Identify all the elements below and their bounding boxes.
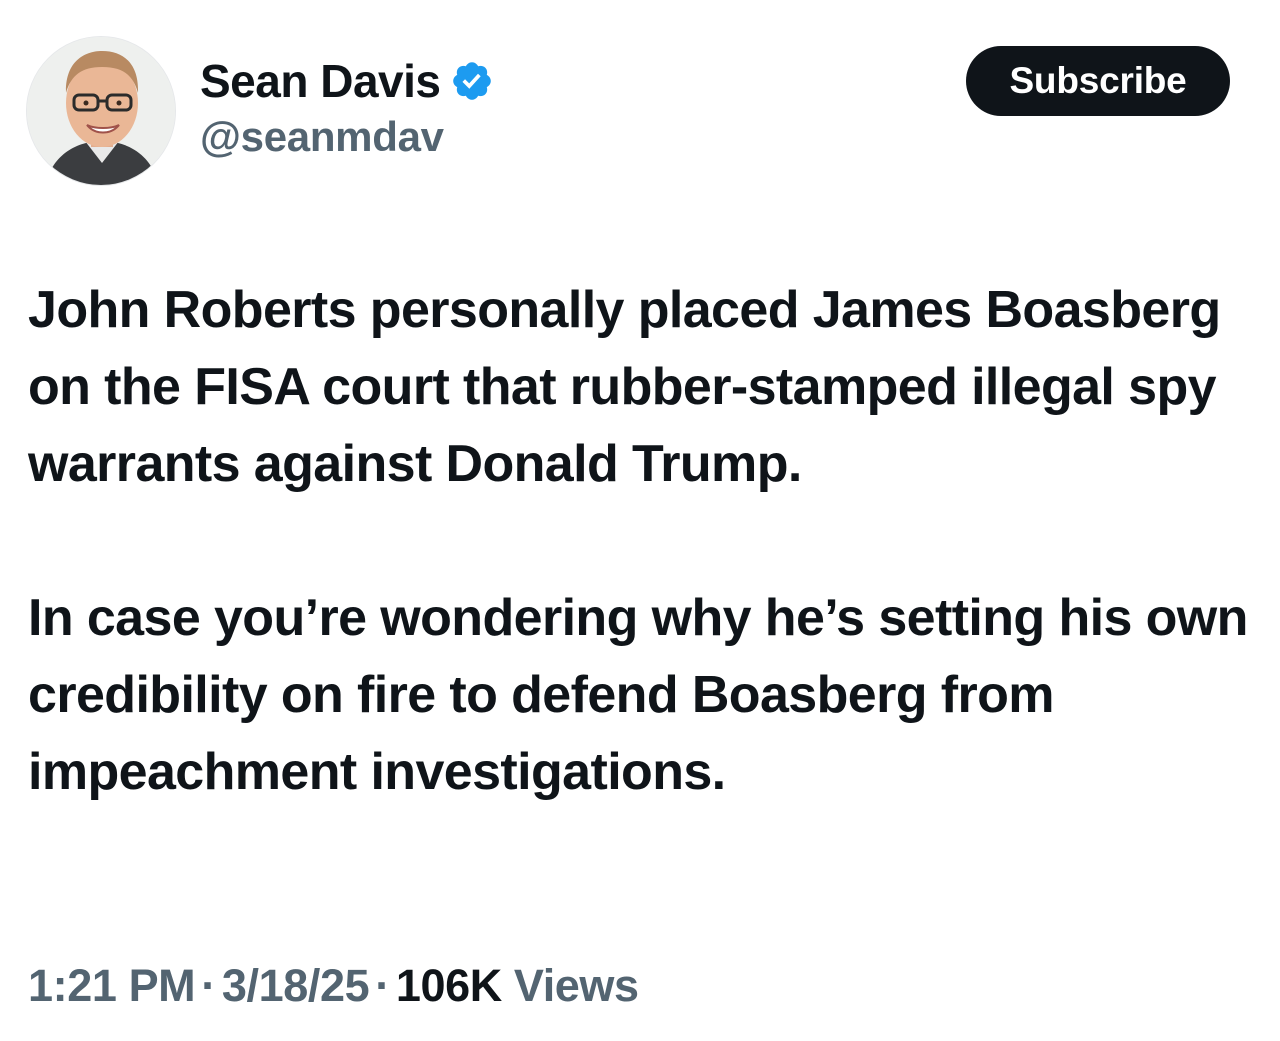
display-name[interactable]: Sean Davis: [200, 58, 441, 104]
post-time[interactable]: 1:21 PM: [28, 960, 196, 1011]
post-text: John Roberts personally placed James Boa…: [28, 272, 1253, 811]
views-count: 106K: [395, 960, 502, 1011]
meta-separator: ·: [375, 960, 390, 1011]
name-row: Sean Davis: [200, 50, 494, 112]
post-date[interactable]: 3/18/25: [222, 960, 370, 1011]
post-paragraph: John Roberts personally placed James Boa…: [28, 281, 1221, 493]
subscribe-button[interactable]: Subscribe: [966, 46, 1230, 116]
verified-badge-icon: [450, 59, 494, 103]
author-identity: Sean Davis @seanmdav: [200, 50, 494, 158]
post-paragraph: In case you’re wondering why he’s settin…: [28, 589, 1248, 801]
user-handle[interactable]: @seanmdav: [200, 116, 494, 158]
views-label: Views: [513, 960, 639, 1011]
post-header: Sean Davis @seanmdav Subscribe: [26, 36, 1230, 188]
meta-separator: ·: [201, 960, 216, 1011]
post-metadata: 1:21 PM · 3/18/25 · 106K Views: [28, 956, 639, 1016]
avatar[interactable]: [26, 36, 176, 186]
avatar-photo: [27, 37, 175, 185]
